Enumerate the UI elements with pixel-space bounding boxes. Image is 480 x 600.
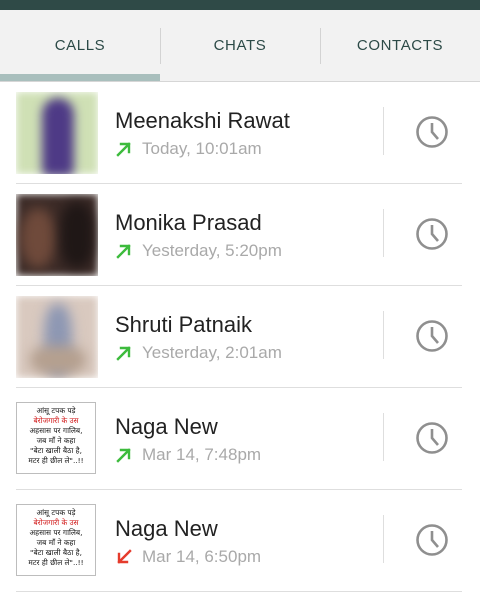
contact-name: Monika Prasad	[115, 210, 262, 235]
avatar-quote-line: "बेटा खाली बैठा है,	[30, 446, 82, 455]
call-time: Mar 14, 6:50pm	[142, 547, 262, 566]
avatar-quote-line: बेरोजगारी के उस	[33, 518, 79, 527]
contact-name: Meenakshi Rawat	[115, 108, 290, 133]
call-info: Mar 14, 7:48pm	[115, 444, 261, 466]
avatar[interactable]	[16, 296, 98, 378]
tab-calls[interactable]: CALLS	[0, 10, 160, 81]
call-row[interactable]: आंसू टपक पड़े बेरोजगारी के उस अहसास पर ग…	[0, 388, 480, 490]
status-bar	[0, 0, 480, 10]
tab-bar: CALLS CHATS CONTACTS	[0, 10, 480, 82]
contact-name: Naga New	[115, 414, 218, 439]
avatar[interactable]: आंसू टपक पड़े बेरोजगारी के उस अहसास पर ग…	[16, 402, 96, 474]
call-info: Mar 14, 6:50pm	[115, 546, 261, 568]
avatar-quote-line: आंसू टपक पड़े	[36, 406, 76, 415]
avatar[interactable]	[16, 194, 98, 276]
row-divider	[16, 591, 462, 592]
call-row[interactable]: Monika Prasad Yesterday, 5:20pm	[0, 184, 480, 286]
call-row[interactable]: आंसू टपक पड़े बेरोजगारी के उस अहसास पर ग…	[0, 490, 480, 592]
divider	[383, 311, 384, 359]
avatar[interactable]: आंसू टपक पड़े बेरोजगारी के उस अहसास पर ग…	[16, 504, 96, 576]
clock-icon[interactable]	[414, 216, 450, 252]
avatar-quote-line: अहसास पर गालिब,	[29, 426, 83, 435]
outgoing-arrow-icon	[116, 244, 131, 259]
avatar-quote-line: अहसास पर गालिब,	[29, 528, 83, 537]
avatar[interactable]	[16, 92, 98, 174]
contact-name: Shruti Patnaik	[115, 312, 252, 337]
avatar-quote-line: जब माँ ने कहा	[36, 538, 76, 547]
clock-icon[interactable]	[414, 420, 450, 456]
call-row[interactable]: Meenakshi Rawat Today, 10:01am	[0, 82, 480, 184]
call-info: Yesterday, 2:01am	[115, 342, 282, 364]
contact-name: Naga New	[115, 516, 218, 541]
call-info: Yesterday, 5:20pm	[115, 240, 282, 262]
avatar-quote-line: आंसू टपक पड़े	[36, 508, 76, 517]
divider	[383, 515, 384, 563]
clock-icon[interactable]	[414, 522, 450, 558]
divider	[383, 107, 384, 155]
avatar-quote-line: "बेटा खाली बैठा है,	[30, 548, 82, 557]
outgoing-arrow-icon	[116, 142, 131, 157]
avatar-quote-line: बेरोजगारी के उस	[33, 416, 79, 425]
clock-icon[interactable]	[414, 114, 450, 150]
divider	[383, 413, 384, 461]
avatar-quote-line: मटर ही छील ले"..!!	[28, 456, 84, 465]
divider	[383, 209, 384, 257]
tab-chats[interactable]: CHATS	[160, 10, 320, 81]
call-time: Yesterday, 2:01am	[142, 343, 282, 362]
missed-call-arrow-icon	[117, 549, 132, 564]
outgoing-arrow-icon	[116, 448, 131, 463]
clock-icon[interactable]	[414, 318, 450, 354]
call-time: Today, 10:01am	[142, 139, 262, 158]
outgoing-arrow-icon	[116, 346, 131, 361]
call-time: Mar 14, 7:48pm	[142, 445, 262, 464]
call-info: Today, 10:01am	[115, 138, 262, 160]
call-time: Yesterday, 5:20pm	[142, 241, 282, 260]
call-log-list: Meenakshi Rawat Today, 10:01am Monika Pr…	[0, 82, 480, 600]
active-tab-indicator	[0, 74, 160, 81]
tab-contacts[interactable]: CONTACTS	[320, 10, 480, 81]
avatar-quote-line: मटर ही छील ले"..!!	[28, 558, 84, 567]
avatar-quote-line: जब माँ ने कहा	[36, 436, 76, 445]
call-row[interactable]: Shruti Patnaik Yesterday, 2:01am	[0, 286, 480, 388]
